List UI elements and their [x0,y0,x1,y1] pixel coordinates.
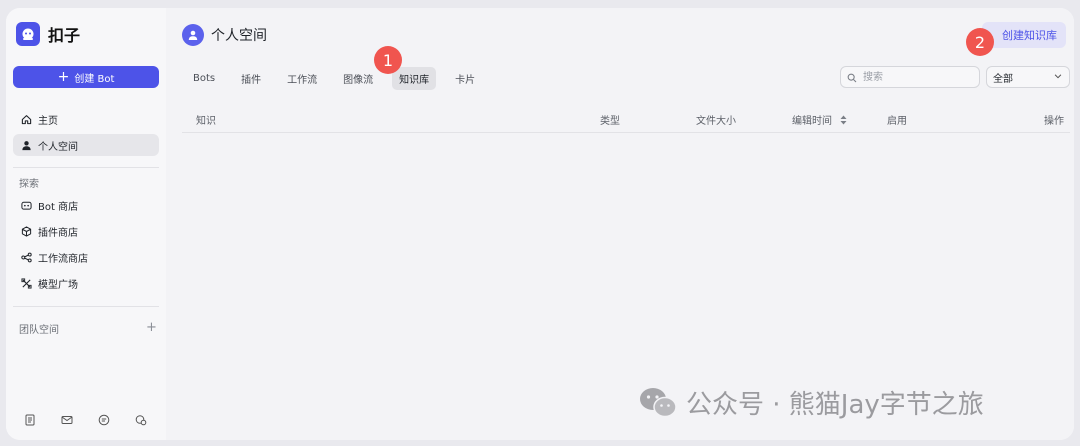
main-content: 个人空间 创建知识库 Bots 插件 工作流 图像流 知识库 卡片 全部 知 [166,8,1074,440]
tab-cards[interactable]: 卡片 [448,67,482,90]
explore-section-label: 探索 [19,179,39,190]
create-knowledge-base-button[interactable]: 创建知识库 [982,22,1066,48]
sidebar-item-personal-space[interactable]: 个人空间 [13,134,159,156]
type-filter-select[interactable]: 全部 [986,66,1070,88]
create-bot-label: 创建 Bot [74,73,115,85]
tab-plugins[interactable]: 插件 [234,67,268,90]
mail-icon[interactable] [61,414,74,427]
column-header-actions: 操作 [1044,116,1064,127]
sidebar-divider [13,306,159,307]
column-label: 编辑时间 [792,116,832,127]
wechat-icon [640,387,677,417]
create-bot-button[interactable]: + 创建 Bot [13,66,159,88]
sidebar: 扣子 + 创建 Bot 主页 个人空间 探索 Bot 商店 插件商店 工作流商店… [6,8,166,440]
search-icon [847,68,857,87]
app-logo[interactable]: 扣子 [16,22,80,46]
sidebar-item-label: 插件商店 [38,227,78,239]
sidebar-item-plugin-store[interactable]: 插件商店 [13,220,159,242]
step-1-badge: 1 [374,46,402,74]
column-header-type: 类型 [600,116,620,127]
sidebar-item-model-square[interactable]: 模型广场 [13,272,159,294]
chevron-down-icon [1053,71,1063,84]
sidebar-item-home[interactable]: 主页 [13,108,159,130]
avatar [182,24,204,46]
tab-bots[interactable]: Bots [186,69,222,88]
sidebar-divider [13,167,159,168]
plus-icon: + [57,69,70,85]
tab-bar: Bots 插件 工作流 图像流 知识库 卡片 [186,66,494,90]
sidebar-item-label: 模型广场 [38,279,78,291]
app-window: 扣子 + 创建 Bot 主页 个人空间 探索 Bot 商店 插件商店 工作流商店… [6,8,1074,440]
page-header: 个人空间 [182,24,267,46]
document-icon[interactable] [24,414,37,427]
model-icon [19,277,33,289]
column-header-enabled: 启用 [887,116,907,127]
chat-icon[interactable] [98,414,111,427]
coze-logo-icon [16,22,40,46]
create-kb-label: 创建知识库 [1002,29,1057,42]
watermark-text: 公众号 · 熊猫Jay字节之旅 [686,390,984,420]
user-icon [19,140,33,151]
sidebar-item-label: 工作流商店 [38,253,88,265]
tab-workflows[interactable]: 工作流 [280,67,324,90]
search-input[interactable] [861,70,975,84]
sidebar-item-workflow-store[interactable]: 工作流商店 [13,246,159,268]
team-space-label: 团队空间 [19,325,59,336]
sidebar-item-label: 主页 [38,115,58,127]
watermark: 公众号 · 熊猫Jay字节之旅 [638,384,984,421]
add-team-icon[interactable]: + [146,320,157,335]
app-name: 扣子 [48,26,81,45]
page-title: 个人空间 [211,28,267,44]
column-header-edit-time[interactable]: 编辑时间 [792,112,847,128]
sidebar-footer [24,414,148,427]
home-icon [19,114,33,125]
column-header-knowledge: 知识 [196,116,216,127]
knowledge-table-header: 知识 类型 文件大小 编辑时间 启用 操作 [182,108,1070,133]
step-2-badge: 2 [966,28,994,56]
feedback-icon[interactable] [135,414,148,427]
column-header-file-size: 文件大小 [696,116,736,127]
workflow-icon [19,252,33,263]
sidebar-item-label: 个人空间 [38,141,78,153]
sidebar-item-bot-store[interactable]: Bot 商店 [13,194,159,216]
sidebar-item-label: Bot 商店 [38,201,79,213]
bot-icon [19,200,33,211]
sort-icon [840,115,847,128]
tab-knowledge-base[interactable]: 知识库 [392,66,437,90]
filter-value: 全部 [993,73,1013,85]
tab-image-flows[interactable]: 图像流 [336,67,380,90]
cube-icon [19,225,33,237]
search-box[interactable] [840,66,980,88]
